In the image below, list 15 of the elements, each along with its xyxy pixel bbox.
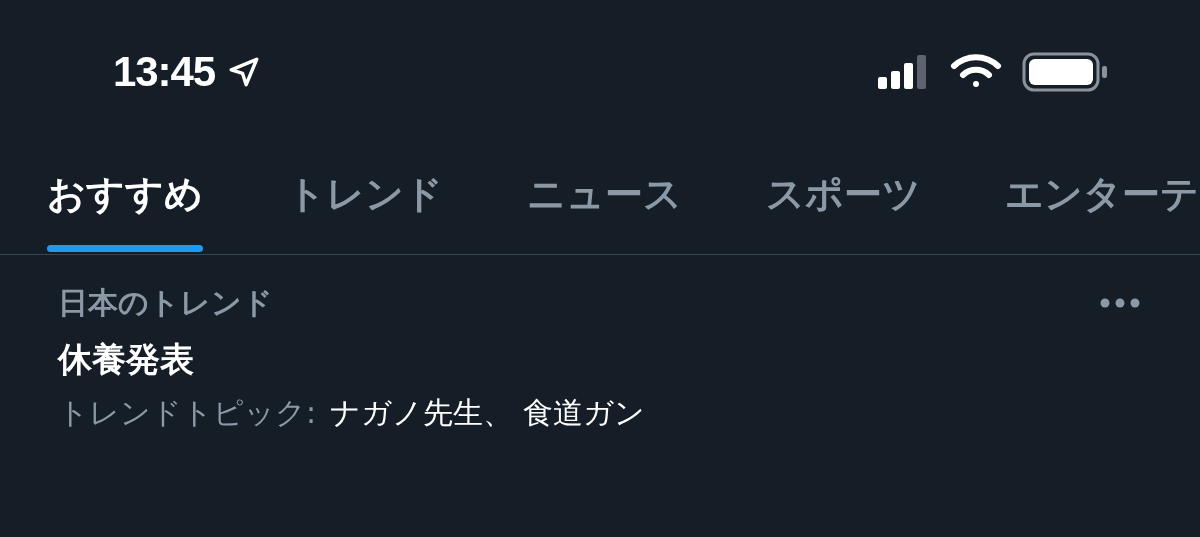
tab[interactable]: おすすめ [47, 145, 203, 254]
topics-label: トレンドトピック: [58, 394, 317, 432]
trend-title: 休養発表 [58, 338, 194, 381]
tab[interactable]: エンターテ [1005, 145, 1199, 254]
tab[interactable]: スポーツ [766, 145, 921, 254]
trend-context: 日本のトレンド [58, 284, 273, 322]
battery-icon [1022, 51, 1108, 92]
signal-icon [878, 54, 926, 89]
wifi-icon [950, 53, 1002, 90]
tab[interactable]: ニュース [527, 145, 682, 254]
clock-time: 13:45 [113, 50, 216, 93]
trend-topics: ナガノ先生、 食道ガン [330, 394, 645, 432]
more-icon[interactable] [1100, 298, 1140, 308]
tab[interactable]: トレンド [287, 145, 443, 254]
trend-item[interactable]: 日本のトレンド 休養発表 トレンドトピック: ナガノ先生、 食道ガン [0, 255, 1200, 433]
